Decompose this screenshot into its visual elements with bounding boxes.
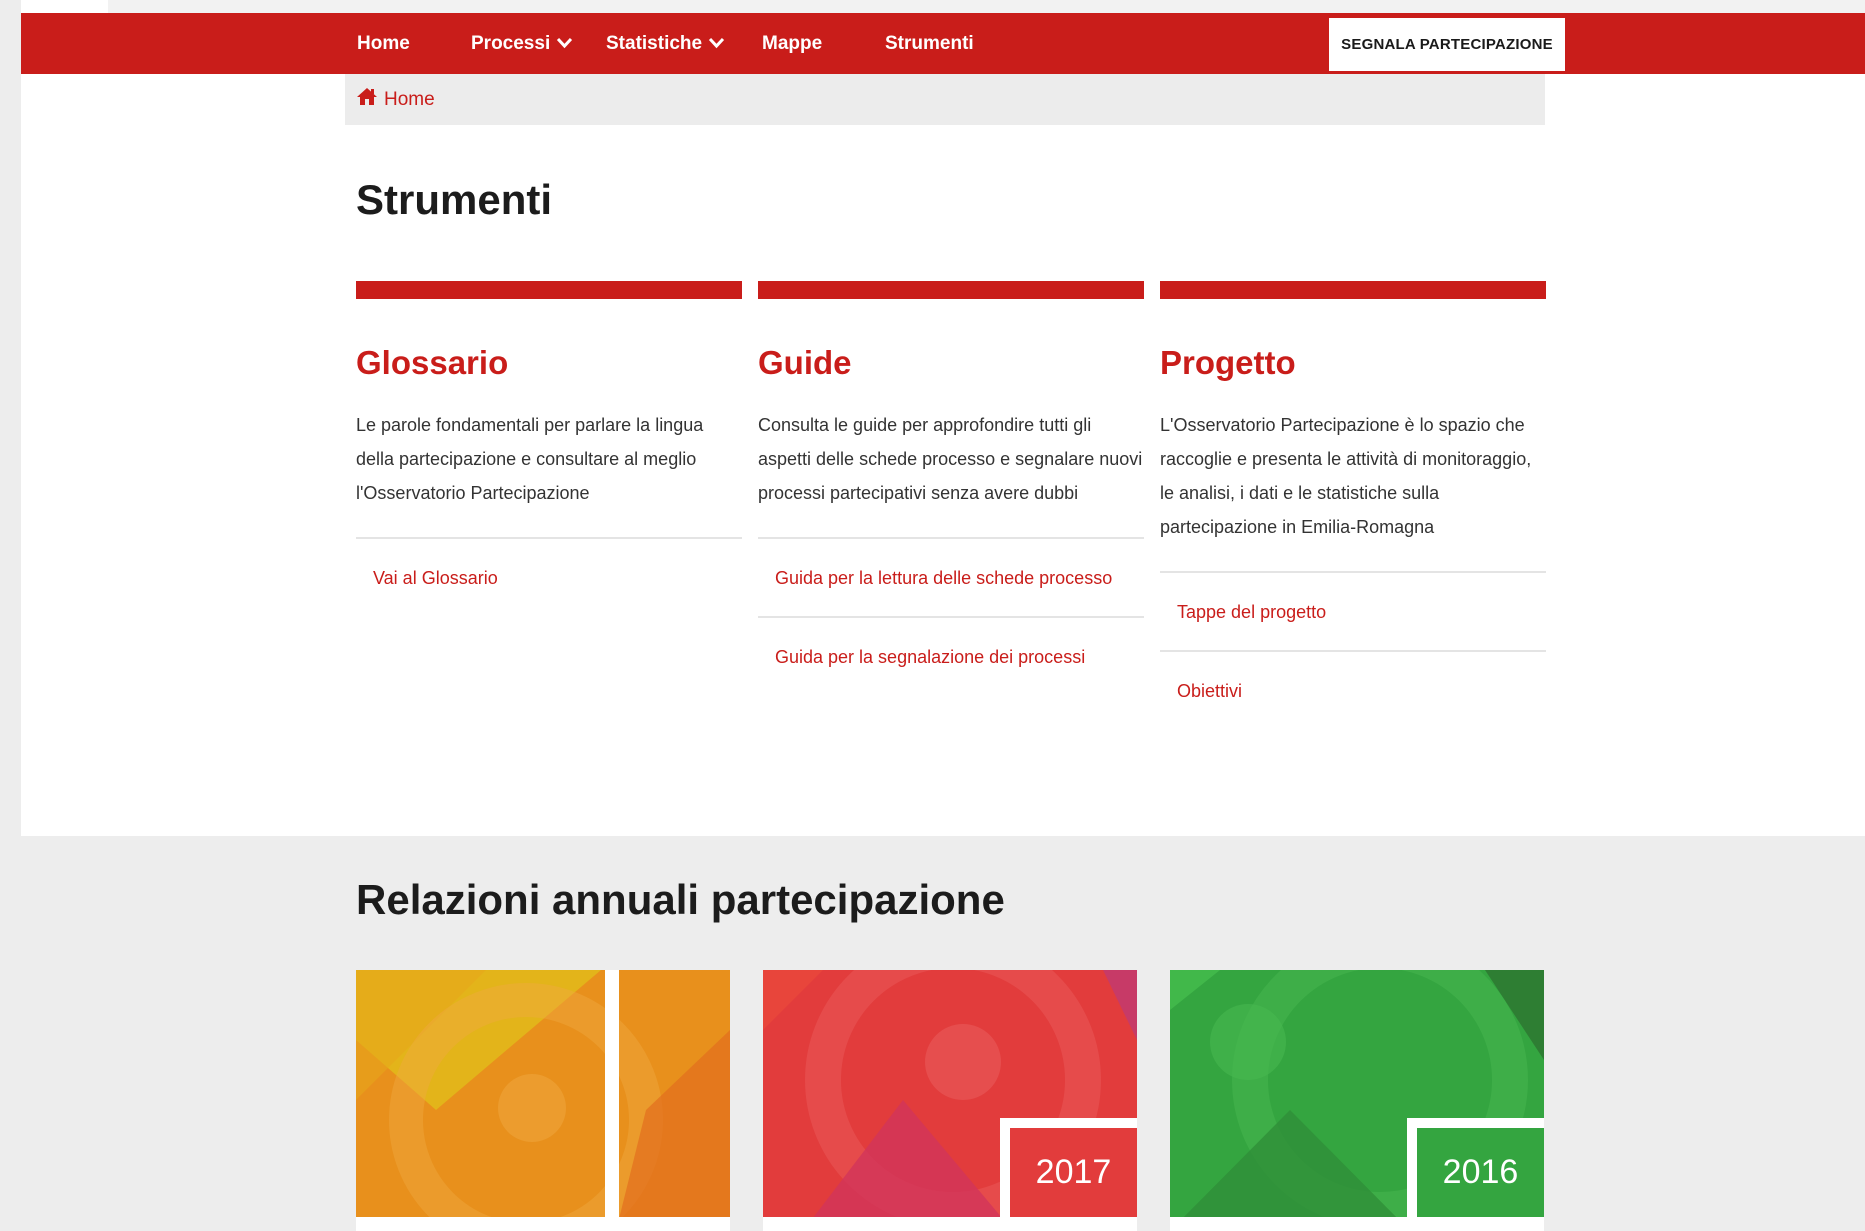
report-thumbnail-orange[interactable] <box>356 970 730 1231</box>
chevron-down-icon <box>708 13 725 74</box>
browser-top-strip <box>0 0 1865 13</box>
main-navbar: Home Processi Statistiche Mappe Strument… <box>21 13 1865 74</box>
report-year-label: 2017 <box>1010 1128 1137 1217</box>
nav-home-label: Home <box>357 33 410 54</box>
segnala-partecipazione-button[interactable]: SEGNALA PARTECIPAZIONE <box>1329 18 1565 71</box>
link-guida-segnalazione[interactable]: Guida per la segnalazione dei processi <box>758 616 1144 695</box>
chevron-down-icon <box>556 13 573 74</box>
link-obiettivi[interactable]: Obiettivi <box>1160 650 1546 729</box>
card-glossario: Glossario Le parole fondamentali per par… <box>356 281 742 616</box>
nav-statistiche[interactable]: Statistiche <box>606 13 725 74</box>
report-cover-image <box>356 970 730 1231</box>
nav-strumenti[interactable]: Strumenti <box>885 13 974 74</box>
nav-processi-label: Processi <box>471 33 551 54</box>
card-accent-bar <box>1160 281 1546 299</box>
report-year-label: 2016 <box>1417 1128 1544 1217</box>
report-year-badge: 2016 <box>1407 1118 1544 1217</box>
link-guida-lettura-schede[interactable]: Guida per la lettura delle schede proces… <box>758 537 1144 616</box>
card-links: Tappe del progetto Obiettivi <box>1160 571 1546 729</box>
page-title: Strumenti <box>356 176 553 223</box>
card-progetto: Progetto L'Osservatorio Partecipazione è… <box>1160 281 1546 729</box>
relazioni-section: Relazioni annuali partecipazione 2017 20… <box>21 836 1865 1231</box>
card-links: Vai al Glossario <box>356 537 742 616</box>
report-card-footer <box>356 1217 730 1231</box>
card-links: Guida per la lettura delle schede proces… <box>758 537 1144 695</box>
card-title: Progetto <box>1160 344 1296 381</box>
home-icon <box>356 87 384 112</box>
relazioni-title: Relazioni annuali partecipazione <box>356 876 1005 923</box>
nav-processi[interactable]: Processi <box>471 13 573 74</box>
link-tappe-del-progetto[interactable]: Tappe del progetto <box>1160 571 1546 650</box>
nav-mappe-label: Mappe <box>762 33 823 54</box>
report-thumbnail-2016[interactable]: 2016 <box>1170 970 1544 1231</box>
card-description: Consulta le guide per approfondire tutti… <box>758 415 1143 503</box>
card-description: Le parole fondamentali per parlare la li… <box>356 415 704 503</box>
card-accent-bar <box>758 281 1144 299</box>
card-title: Glossario <box>356 344 509 381</box>
card-description: L'Osservatorio Partecipazione è lo spazi… <box>1160 415 1532 537</box>
nav-home[interactable]: Home <box>357 13 410 74</box>
breadcrumb: Home <box>345 74 1545 125</box>
nav-strumenti-label: Strumenti <box>885 33 974 54</box>
card-title: Guide <box>758 344 852 381</box>
report-card-footer <box>763 1217 1137 1231</box>
report-year-badge: 2017 <box>1000 1118 1137 1217</box>
report-card-footer <box>1170 1217 1544 1231</box>
left-edge <box>0 0 21 1231</box>
link-vai-al-glossario[interactable]: Vai al Glossario <box>356 537 742 616</box>
nav-mappe[interactable]: Mappe <box>762 13 822 74</box>
breadcrumb-home-link[interactable]: Home <box>384 89 435 111</box>
nav-statistiche-label: Statistiche <box>606 33 703 54</box>
card-accent-bar <box>356 281 742 299</box>
report-thumbnail-2017[interactable]: 2017 <box>763 970 1137 1231</box>
card-guide: Guide Consulta le guide per approfondire… <box>758 281 1144 695</box>
